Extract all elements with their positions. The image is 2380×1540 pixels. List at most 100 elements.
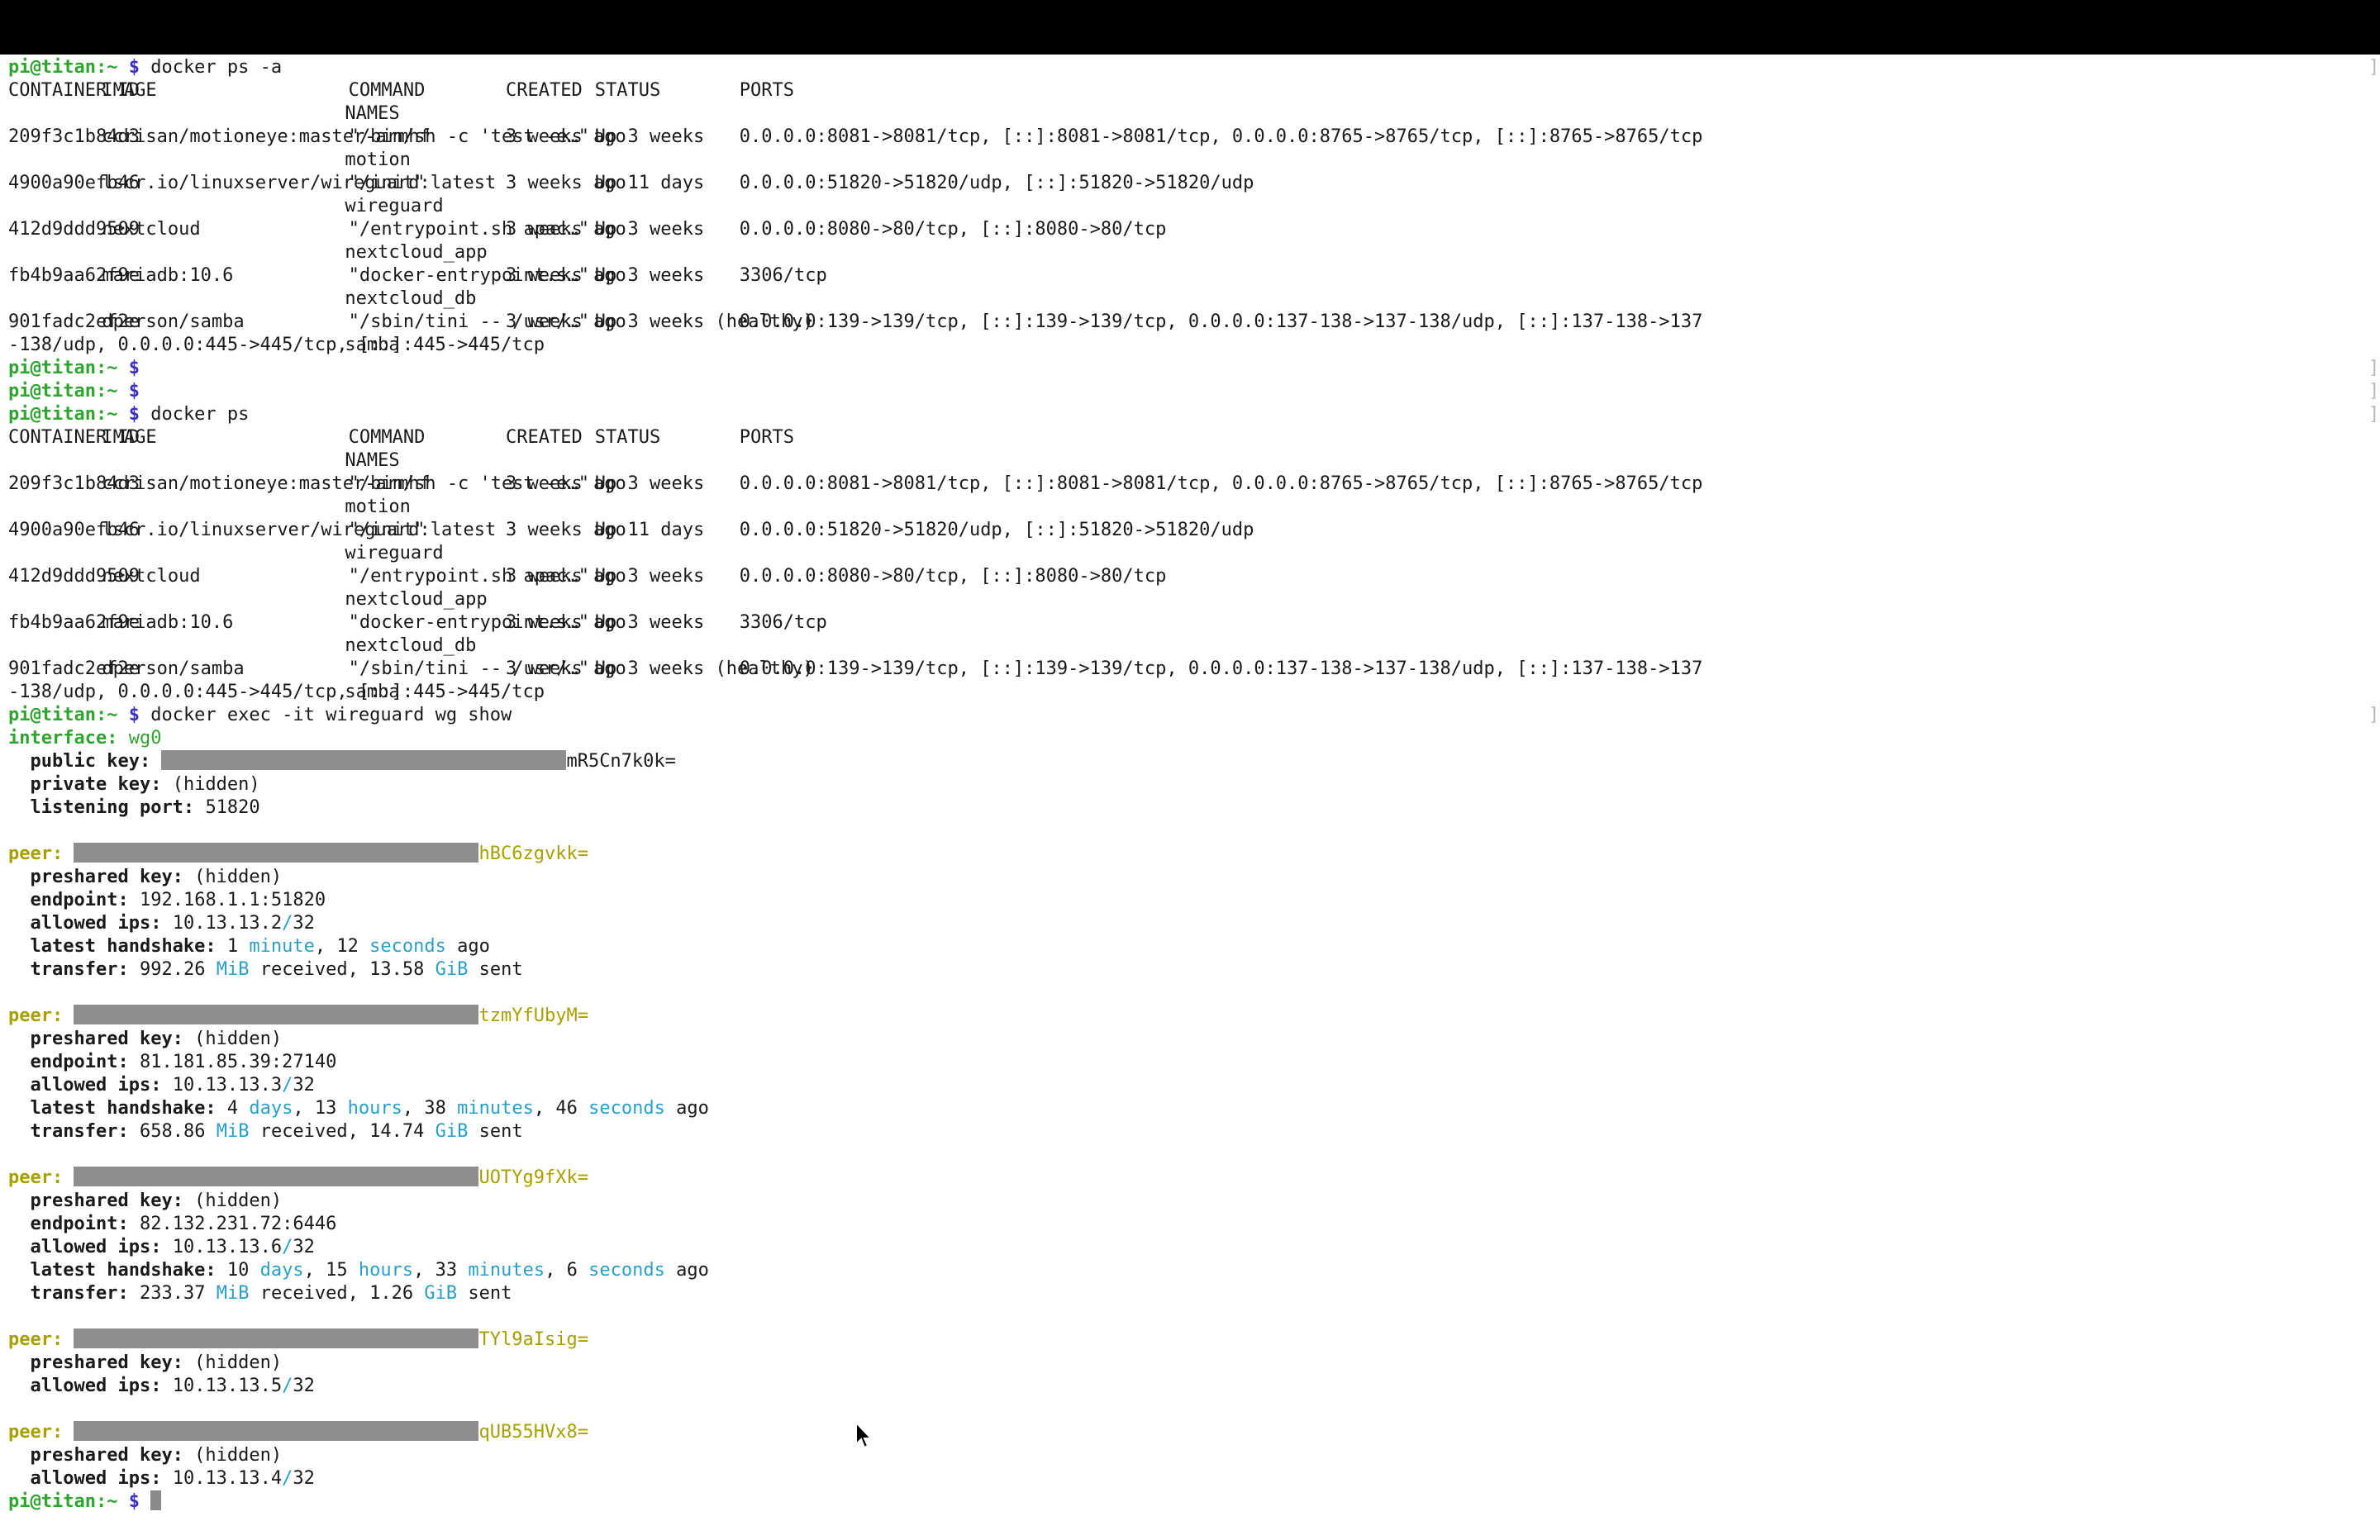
container-image: mariadb:10.6 bbox=[102, 612, 234, 633]
header-status: STATUS bbox=[594, 427, 661, 448]
prompt-line: pi@titan:~ $ docker ps] bbox=[8, 403, 2379, 426]
table-row: 209f3c1b84d3 ccrisan/motioneye:master-arm… bbox=[8, 473, 2373, 496]
endpoint-label: endpoint: bbox=[30, 890, 129, 910]
wg-peer-line: peer: TYl9aIsig= bbox=[8, 1328, 2373, 1352]
wg-interface-line: interface: wg0 bbox=[8, 727, 2373, 750]
table-row-continuation: -138/udp, 0.0.0.0:445->445/tcp, [::]:445… bbox=[8, 681, 2373, 704]
peer-key-suffix: hBC6zgvkk= bbox=[478, 844, 588, 864]
header-command: COMMAND bbox=[348, 80, 426, 101]
text-cursor[interactable] bbox=[150, 1490, 162, 1510]
endpoint-value: 82.132.231.72:6446 bbox=[139, 1214, 337, 1234]
header-ports: PORTS bbox=[739, 80, 795, 101]
handshake-unit: days bbox=[259, 1260, 304, 1281]
sent-word: sent bbox=[457, 1283, 512, 1304]
received-word: received, bbox=[249, 1121, 370, 1142]
container-image: mariadb:10.6 bbox=[102, 265, 234, 286]
prompt-user-host: pi@titan:~ bbox=[8, 57, 118, 78]
allowed-ips-label: allowed ips: bbox=[30, 1237, 162, 1257]
command-text: docker exec -it wireguard wg show bbox=[150, 705, 512, 725]
wg-peer-line: peer: tzmYfUbyM= bbox=[8, 1005, 2373, 1028]
container-ports: 0.0.0.0:139->139/tcp, [::]:139->139/tcp,… bbox=[739, 658, 1703, 679]
container-ports: 0.0.0.0:51820->51820/udp, [::]:51820->51… bbox=[739, 520, 1254, 540]
wg-preshared-line: preshared key: (hidden) bbox=[8, 1190, 2373, 1213]
wg-endpoint-line: endpoint: 192.168.1.1:51820 bbox=[8, 889, 2373, 912]
slash: / bbox=[282, 913, 293, 934]
handshake-unit: minute bbox=[249, 936, 315, 957]
container-ports-wrap: -138/udp, 0.0.0.0:445->445/tcp, [::]:445… bbox=[8, 682, 545, 702]
docker-table-header: CONTAINER ID IMAGE COMMAND CREATED STATUS POR… bbox=[8, 426, 2373, 449]
header-status: STATUS bbox=[594, 80, 661, 101]
container-status: Up 3 weeks bbox=[594, 126, 705, 147]
container-status: Up 3 weeks bbox=[594, 566, 705, 587]
header-names: NAMES bbox=[345, 103, 400, 124]
redacted-key bbox=[74, 1005, 479, 1024]
wg-allowed-ips-line: allowed ips: 10.13.13.5/32 bbox=[8, 1375, 2373, 1398]
wg-listening-port-line: listening port: 51820 bbox=[8, 796, 2373, 820]
redacted-key bbox=[161, 750, 567, 770]
transfer-label: transfer: bbox=[30, 1283, 129, 1304]
docker-table-header-names: NAMES bbox=[8, 449, 2373, 473]
transfer-label: transfer: bbox=[30, 1121, 129, 1142]
container-image: nextcloud bbox=[102, 219, 201, 240]
handshake-number: 33 bbox=[435, 1260, 458, 1281]
redacted-key bbox=[74, 1328, 479, 1348]
allowed-mask: 32 bbox=[293, 1376, 315, 1396]
container-image: lscr.io/linuxserver/wireguard:latest bbox=[102, 173, 497, 193]
container-image: dperson/samba bbox=[102, 311, 245, 332]
public-key-label: public key: bbox=[30, 751, 151, 772]
prompt-line: pi@titan:~ $ docker ps -a] bbox=[8, 56, 2379, 79]
wg-peer-line: peer: UOTYg9fXk= bbox=[8, 1167, 2373, 1190]
container-status: Up 3 weeks bbox=[594, 219, 705, 240]
allowed-ip: 10.13.13.6 bbox=[172, 1237, 283, 1257]
handshake-unit: seconds bbox=[369, 936, 446, 957]
container-ports: 3306/tcp bbox=[739, 265, 827, 286]
sent-value: 1.26 bbox=[369, 1283, 414, 1304]
sent-word: sent bbox=[468, 1121, 523, 1142]
wg-transfer-line: transfer: 992.26 MiB received, 13.58 GiB… bbox=[8, 958, 2373, 982]
wg-preshared-line: preshared key: (hidden) bbox=[8, 866, 2373, 889]
container-status: Up 3 weeks bbox=[594, 265, 705, 286]
wg-preshared-line: preshared key: (hidden) bbox=[8, 1352, 2373, 1375]
container-name: nextcloud_app bbox=[345, 242, 488, 263]
container-name: motion bbox=[345, 497, 411, 517]
header-command: COMMAND bbox=[348, 427, 426, 448]
container-name: wireguard bbox=[345, 543, 444, 563]
container-ports: 0.0.0.0:8080->80/tcp, [::]:8080->80/tcp bbox=[739, 566, 1167, 587]
table-row-continuation: nextcloud_db bbox=[8, 288, 2373, 311]
container-name: nextcloud_db bbox=[345, 288, 477, 309]
peer-label: peer: bbox=[8, 844, 64, 864]
handshake-ago: ago bbox=[445, 936, 490, 957]
wg-preshared-line: preshared key: (hidden) bbox=[8, 1444, 2373, 1467]
endpoint-label: endpoint: bbox=[30, 1214, 129, 1234]
table-row: 4900a90efb46 lscr.io/linuxserver/wireguar… bbox=[8, 172, 2373, 195]
preshared-label: preshared key: bbox=[30, 867, 183, 887]
redacted-key bbox=[74, 843, 479, 863]
header-names: NAMES bbox=[345, 450, 400, 471]
handshake-unit: hours bbox=[358, 1260, 414, 1281]
terminal-output[interactable]: pi@titan:~ $ docker ps -a] CONTAINER ID IM… bbox=[8, 56, 2379, 1514]
peer-label: peer: bbox=[8, 1005, 64, 1026]
interface-label: interface: bbox=[8, 728, 118, 749]
